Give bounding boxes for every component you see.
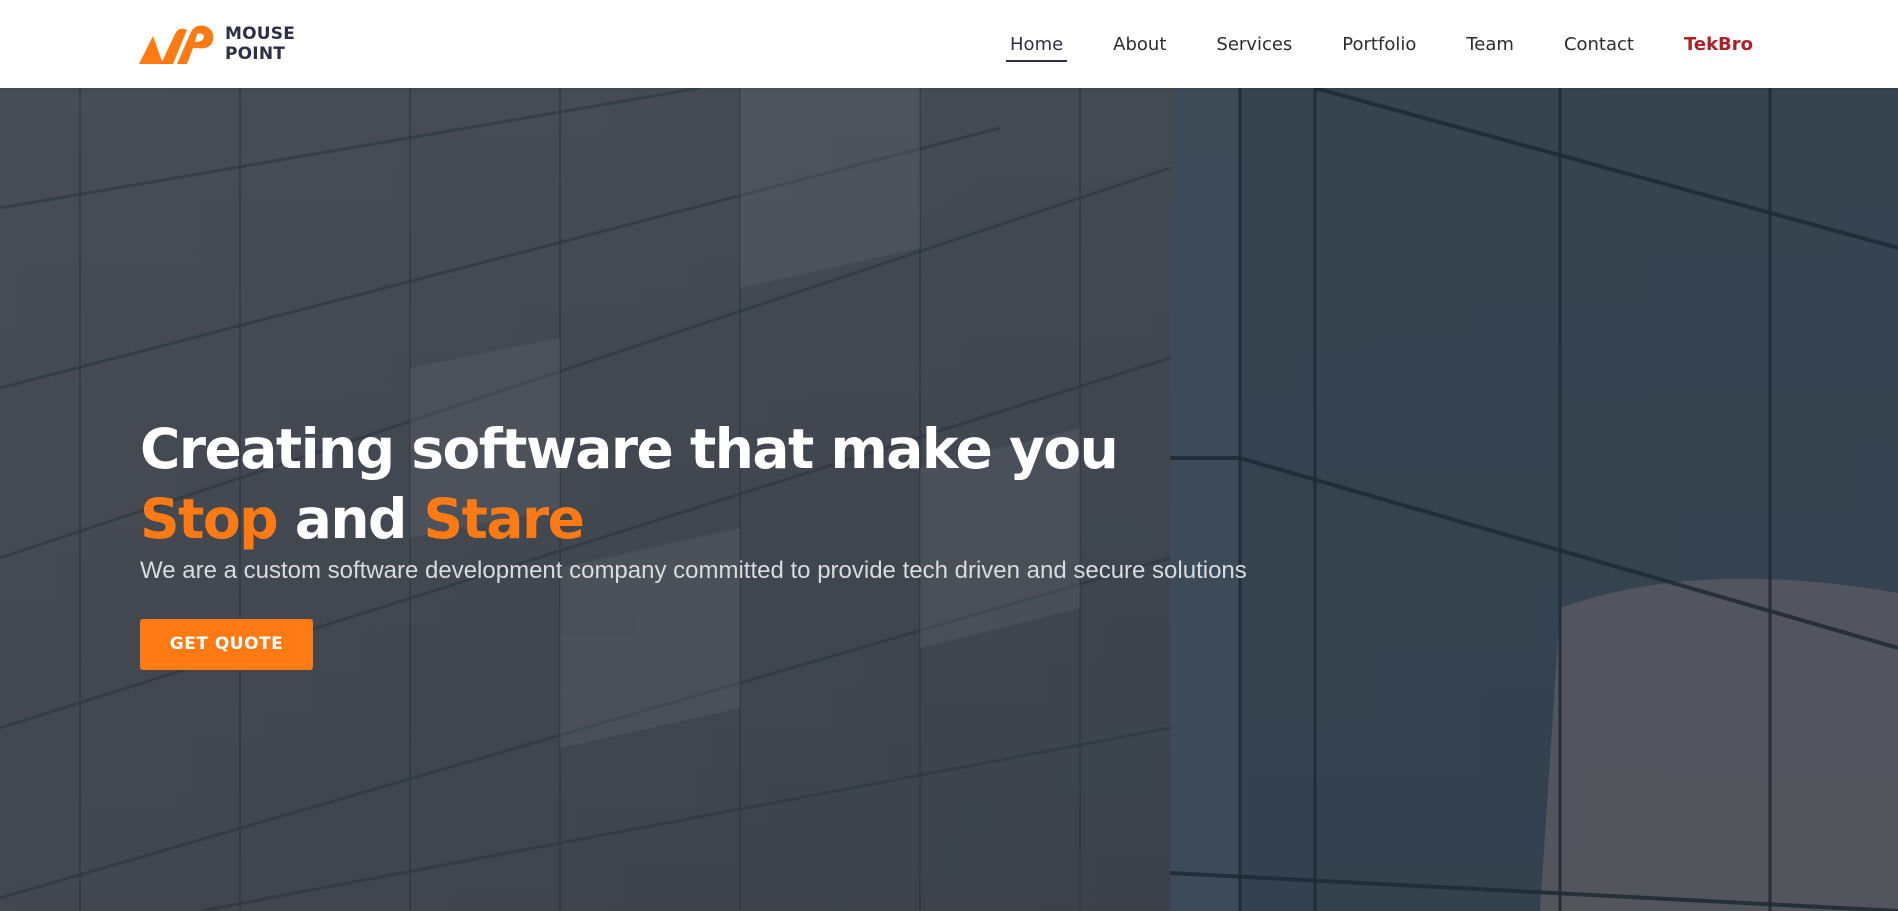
site-header: MOUSE POINT Home About Services Portfoli… — [0, 0, 1898, 88]
nav-item-home[interactable]: Home — [1006, 26, 1068, 63]
get-quote-button[interactable]: GET QUOTE — [140, 619, 313, 670]
nav-item-tekbro[interactable]: TekBro — [1680, 26, 1757, 63]
hero-section: Creating software that make you Stop and… — [0, 88, 1898, 911]
mousepoint-logo-icon — [139, 25, 214, 65]
nav-item-contact[interactable]: Contact — [1560, 26, 1638, 63]
logo-text: MOUSE POINT — [225, 24, 295, 64]
hero-title-stare: Stare — [423, 487, 585, 551]
hero-title-stop: Stop — [140, 487, 279, 551]
logo[interactable]: MOUSE POINT — [139, 20, 295, 68]
logo-text-line2: POINT — [225, 44, 286, 64]
nav-item-services[interactable]: Services — [1212, 26, 1296, 63]
hero-title-and: and — [277, 487, 424, 551]
logo-text-line1: MOUSE — [225, 24, 296, 44]
nav-item-portfolio[interactable]: Portfolio — [1338, 26, 1420, 63]
nav-item-about[interactable]: About — [1109, 26, 1170, 63]
hero-subtitle: We are a custom software development com… — [140, 557, 1247, 584]
main-nav: Home About Services Portfolio Team Conta… — [1006, 0, 1757, 88]
hero-title-line1: Creating software that make you — [140, 417, 1119, 481]
hero-content: Creating software that make you Stop and… — [140, 414, 1440, 670]
hero-title: Creating software that make you Stop and… — [140, 414, 1440, 554]
nav-item-team[interactable]: Team — [1462, 26, 1518, 63]
